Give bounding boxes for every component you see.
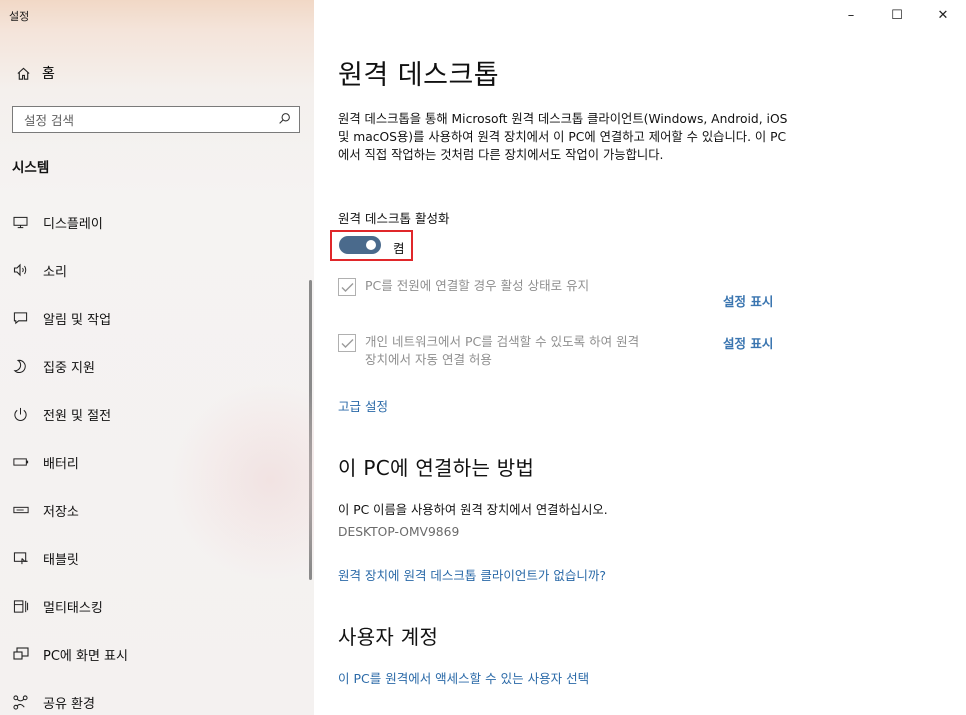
tablet-icon (13, 551, 43, 566)
sidebar-item-battery[interactable]: 배터리 (0, 438, 314, 486)
discoverable-label-line1: 개인 네트워크에서 PC를 검색할 수 있도록 하여 원격 (365, 334, 640, 349)
sidebar-item-label: 알림 및 작업 (43, 312, 112, 328)
show-settings-link-1[interactable]: 설정 표시 (723, 291, 773, 310)
page-description: 원격 데스크톱을 통해 Microsoft 원격 데스크톱 클라이언트(Wind… (338, 112, 788, 162)
app-title: 설정 (9, 10, 30, 23)
sidebar-scrollbar[interactable] (309, 280, 312, 580)
sidebar-item-label: 전원 및 절전 (43, 408, 112, 424)
multitasking-icon (13, 599, 43, 614)
home-icon (16, 66, 42, 81)
sidebar: 설정 홈 설정 검색 시스템 디스플레이 소리 알림 및 작업 집중 지원 전원… (0, 0, 314, 715)
discoverable-label: 개인 네트워크에서 PC를 검색할 수 있도록 하여 원격 장치에서 자동 연결… (365, 333, 639, 369)
battery-icon (13, 457, 43, 467)
window-controls: – ☐ ✕ (828, 0, 966, 30)
minimize-button[interactable]: – (828, 0, 874, 30)
project-icon (13, 647, 43, 661)
no-client-link[interactable]: 원격 장치에 원격 데스크톱 클라이언트가 없습니까? (338, 565, 606, 584)
sidebar-item-tablet[interactable]: 태블릿 (0, 534, 314, 582)
keep-awake-label: PC를 전원에 연결할 경우 활성 상태로 유지 (365, 278, 590, 293)
toggle-state-label: 켬 (393, 241, 405, 256)
monitor-icon (13, 216, 43, 229)
discoverable-option[interactable]: 개인 네트워크에서 PC를 검색할 수 있도록 하여 원격 장치에서 자동 연결… (338, 333, 639, 369)
discoverable-checkbox[interactable] (338, 334, 356, 352)
storage-icon (13, 505, 43, 515)
share-icon (13, 694, 43, 710)
pc-name: DESKTOP-OMV9869 (338, 525, 460, 539)
enable-remote-desktop-label: 원격 데스크톱 활성화 (338, 211, 450, 226)
advanced-settings-link[interactable]: 고급 설정 (338, 396, 388, 415)
sidebar-item-storage[interactable]: 저장소 (0, 486, 314, 534)
close-button[interactable]: ✕ (920, 0, 966, 30)
home-nav-item[interactable]: 홈 (0, 53, 314, 93)
select-users-link[interactable]: 이 PC를 원격에서 액세스할 수 있는 사용자 선택 (338, 668, 589, 687)
sidebar-item-label: 멀티태스킹 (43, 600, 103, 616)
discoverable-label-line2: 장치에서 자동 연결 허용 (365, 352, 492, 367)
sidebar-item-label: 디스플레이 (43, 216, 103, 232)
sidebar-item-label: 태블릿 (43, 552, 79, 568)
sidebar-item-label: PC에 화면 표시 (43, 648, 128, 664)
toggle-knob (366, 240, 376, 250)
power-icon (13, 407, 43, 422)
accounts-heading: 사용자 계정 (338, 625, 439, 649)
sidebar-item-power[interactable]: 전원 및 절전 (0, 390, 314, 438)
maximize-button[interactable]: ☐ (874, 0, 920, 30)
home-label: 홈 (42, 66, 55, 82)
search-placeholder: 설정 검색 (24, 113, 74, 128)
moon-icon (13, 359, 43, 374)
sidebar-item-display[interactable]: 디스플레이 (0, 198, 314, 246)
search-input[interactable]: 설정 검색 (12, 106, 300, 133)
section-title: 시스템 (12, 160, 50, 176)
remote-desktop-toggle[interactable] (339, 236, 381, 254)
notification-icon (13, 311, 43, 325)
sidebar-item-notifications[interactable]: 알림 및 작업 (0, 294, 314, 342)
sidebar-item-label: 공유 환경 (43, 696, 95, 712)
keep-awake-option[interactable]: PC를 전원에 연결할 경우 활성 상태로 유지 (338, 277, 589, 296)
keep-awake-checkbox[interactable] (338, 278, 356, 296)
sidebar-item-label: 저장소 (43, 504, 79, 520)
sidebar-nav: 디스플레이 소리 알림 및 작업 집중 지원 전원 및 절전 배터리 저장소 태… (0, 198, 314, 715)
sidebar-item-project[interactable]: PC에 화면 표시 (0, 630, 314, 678)
sidebar-item-shared-experiences[interactable]: 공유 환경 (0, 678, 314, 715)
speaker-icon (13, 263, 43, 277)
sidebar-item-label: 소리 (43, 264, 67, 280)
sidebar-item-label: 집중 지원 (43, 360, 95, 376)
page-title: 원격 데스크톱 (338, 60, 500, 91)
sidebar-item-label: 배터리 (43, 456, 79, 472)
connect-heading: 이 PC에 연결하는 방법 (338, 456, 535, 480)
show-settings-link-2[interactable]: 설정 표시 (723, 333, 773, 352)
search-icon[interactable] (278, 112, 291, 128)
connect-text: 이 PC 이름을 사용하여 원격 장치에서 연결하십시오. (338, 503, 608, 517)
sidebar-item-sound[interactable]: 소리 (0, 246, 314, 294)
sidebar-item-multitasking[interactable]: 멀티태스킹 (0, 582, 314, 630)
sidebar-item-focus-assist[interactable]: 집중 지원 (0, 342, 314, 390)
